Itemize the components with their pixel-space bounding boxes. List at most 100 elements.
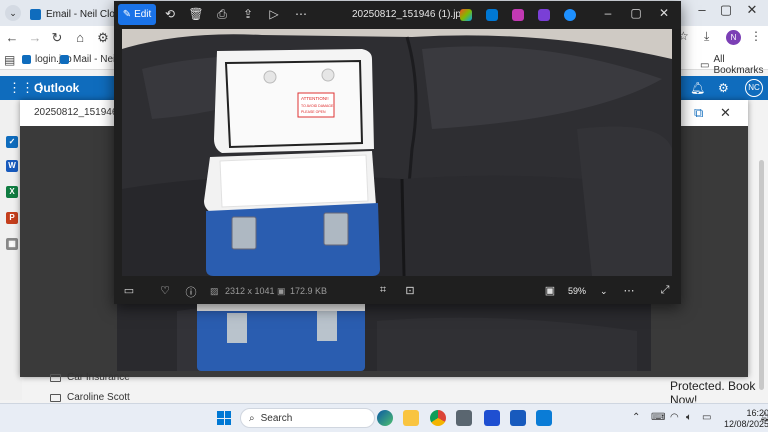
file-explorer-icon[interactable] (403, 410, 419, 426)
calculator-icon[interactable] (456, 410, 472, 426)
cooler-shape: ATTENTION!! TO AVOID DAMAGE PLEASE OPEN (204, 49, 380, 276)
browser-close-button[interactable]: ✕ (738, 2, 766, 18)
onedrive-icon[interactable] (564, 9, 576, 21)
slideshow-icon[interactable]: ▷ (266, 7, 282, 21)
photo-image: ATTENTION!! TO AVOID DAMAGE PLEASE OPEN (122, 29, 672, 276)
settings-gear-icon[interactable]: ⚙ (718, 81, 729, 95)
tab-search-menu-button[interactable]: ⌄ (5, 5, 21, 21)
forward-arrow-icon[interactable]: → (27, 30, 43, 45)
malwarebytes-icon[interactable] (484, 410, 500, 426)
volume-icon[interactable]: 🔈︎ (686, 412, 692, 423)
copilot-icon[interactable] (460, 9, 472, 21)
photos-bottombar: ▭ ♡ ⓘ ▨ 2312 x 1041 ▣ 172.9 KB ⌗ ⊡ ▣ 59%… (114, 278, 681, 304)
back-arrow-icon[interactable]: ← (4, 30, 20, 45)
folder-label: Car Insurance (67, 372, 130, 383)
zoom-selector[interactable]: 59% ⌄ (560, 282, 616, 300)
print-icon[interactable]: ⎙ (214, 7, 230, 22)
rotate-icon[interactable]: ⟲ (162, 7, 178, 21)
photos-editor-icon[interactable] (538, 9, 550, 21)
photos-taskbar-icon[interactable] (536, 410, 552, 426)
text-extract-icon[interactable]: ⊡ (402, 284, 418, 297)
search-placeholder: Search (260, 412, 293, 424)
folder-icon (50, 373, 61, 382)
photos-close-button[interactable]: ✕ (654, 6, 674, 20)
open-in-new-window-icon[interactable]: ⧉ (694, 105, 703, 121)
more-apps-icon[interactable]: ▦ (6, 238, 18, 250)
all-bookmarks[interactable]: ▭ All Bookmarks (700, 54, 768, 76)
filmstrip-icon[interactable]: ▭ (121, 284, 137, 297)
excel-icon[interactable]: X (6, 186, 18, 198)
browser-maximize-button[interactable]: ▢ (712, 2, 740, 18)
edit-button[interactable]: ✎ Edit (118, 4, 156, 25)
visual-search-icon[interactable]: ⌗ (375, 284, 391, 297)
windows-taskbar: ⌕ Search ⌃ ⌨ ◠ 🔈︎ ▭ 16:20 12/08/2025 🔔︎ (0, 403, 768, 432)
edit-label: Edit (134, 9, 152, 20)
battery-icon[interactable]: ▭ (702, 412, 711, 423)
close-preview-icon[interactable]: ✕ (720, 105, 731, 121)
reload-icon[interactable]: ↻ (49, 30, 65, 46)
favorite-heart-icon[interactable]: ♡ (157, 284, 173, 297)
notifications-bell-icon[interactable]: 🔔︎ (690, 81, 705, 95)
dimensions-icon: ▨ (210, 286, 219, 296)
word-taskbar-icon[interactable] (510, 410, 526, 426)
lid-warning-line-2: TO AVOID DAMAGE (301, 104, 334, 108)
file-size: 172.9 KB (290, 286, 328, 296)
image-dimensions: 2312 x 1041 (225, 286, 275, 296)
folder-icon: ▭ (700, 59, 710, 71)
notification-bell-icon[interactable]: 🔔︎ (760, 412, 768, 421)
delete-icon[interactable]: 🗑︎ (188, 7, 204, 21)
designer-icon[interactable] (486, 9, 498, 21)
edge-icon[interactable] (377, 410, 393, 426)
todo-check-icon[interactable]: ✓ (6, 136, 18, 148)
photos-maximize-button[interactable]: ▢ (626, 6, 646, 20)
browser-menu-icon[interactable]: ⋮ (750, 29, 762, 43)
download-icon[interactable]: ⤓ (704, 29, 709, 44)
all-bookmarks-label: All Bookmarks (713, 54, 764, 76)
attachment-photo-image (117, 301, 651, 371)
fit-to-window-icon[interactable]: ▣ (542, 284, 558, 297)
chrome-icon[interactable] (430, 410, 446, 426)
outlook-app-bar: ✓ W X P ▦ (0, 100, 22, 400)
keyboard-icon[interactable]: ⌨ (651, 412, 665, 423)
fullscreen-icon[interactable]: ⤢ (657, 284, 673, 297)
profile-avatar[interactable]: N (726, 30, 741, 45)
edit-pencil-icon: ✎ (122, 9, 132, 20)
folder-icon (50, 393, 61, 402)
photos-window: ✎ Edit ⟲ 🗑︎ ⎙ ⇪ ▷ ⋯ 20250812_151946 (1).… (114, 1, 681, 304)
home-icon[interactable]: ⌂ (72, 30, 88, 45)
search-icon: ⌕ (249, 412, 255, 424)
photo-canvas[interactable]: ATTENTION!! TO AVOID DAMAGE PLEASE OPEN (122, 29, 672, 276)
folder-item[interactable]: Car Insurance (50, 372, 130, 383)
site-settings-icon[interactable]: ⚙ (95, 30, 111, 46)
file-size-icon: ▣ (277, 286, 286, 296)
more-options-icon[interactable]: ⋯ (293, 7, 309, 21)
share-icon[interactable]: ⇪ (240, 7, 256, 21)
taskbar-search[interactable]: ⌕ Search (240, 408, 375, 428)
more-options-icon[interactable]: ⋯ (621, 284, 637, 297)
file-info-icon[interactable]: ⓘ (183, 284, 199, 300)
outlook-brand: Outlook (34, 81, 80, 95)
zoom-level: 59% (568, 286, 587, 296)
outlook-favicon-icon (30, 8, 41, 20)
chevron-down-icon: ⌄ (600, 285, 608, 296)
page-scrollbar[interactable] (759, 160, 764, 390)
cooler-body-shape (197, 301, 365, 371)
clipchamp-icon[interactable] (512, 9, 524, 21)
tray-chevron-up-icon[interactable]: ⌃ (632, 412, 640, 423)
photos-titlebar: ✎ Edit ⟲ 🗑︎ ⎙ ⇪ ▷ ⋯ 20250812_151946 (1).… (114, 1, 681, 29)
lid-warning-title: ATTENTION!! (301, 96, 329, 101)
powerpoint-icon[interactable]: P (6, 212, 18, 224)
mail-favicon-icon (60, 55, 69, 64)
word-icon[interactable]: W (6, 160, 18, 172)
account-avatar[interactable]: NC (745, 79, 763, 97)
start-windows-icon[interactable] (217, 411, 231, 425)
photo-filename: 20250812_151946 (1).jpg (352, 9, 467, 20)
folder-item[interactable]: Caroline Scott (50, 392, 130, 403)
lid-warning-line-3: PLEASE OPEN (301, 110, 326, 114)
folder-label: Caroline Scott (67, 392, 130, 403)
bookmark-folder-icon[interactable]: ▤ (4, 53, 15, 67)
wifi-icon[interactable]: ◠ (670, 412, 679, 423)
login-favicon-icon (22, 55, 31, 64)
photos-minimize-button[interactable]: – (598, 6, 618, 20)
attachment-photo (117, 301, 651, 371)
